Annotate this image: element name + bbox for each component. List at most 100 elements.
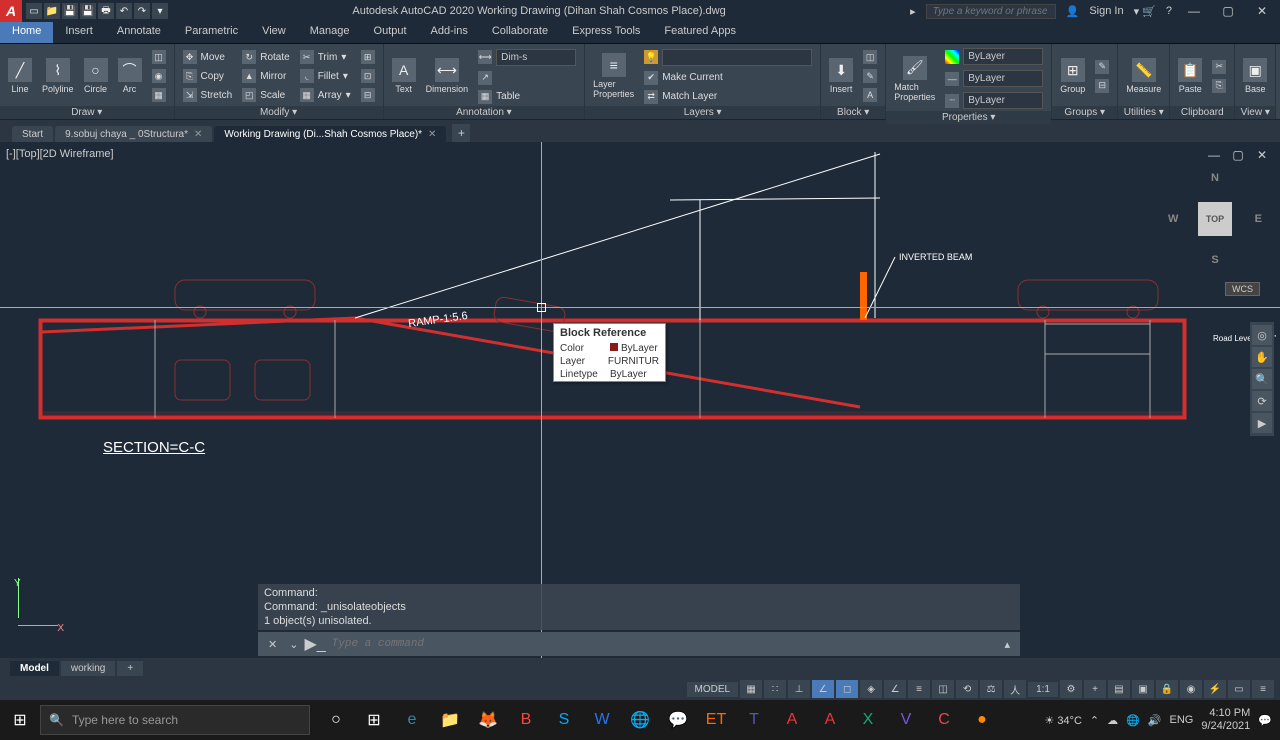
command-input[interactable] [332, 638, 999, 650]
status-annoscale-icon[interactable]: 人 [1004, 680, 1026, 698]
layer-properties-button[interactable]: ≡Layer Properties [589, 51, 638, 101]
start-button[interactable]: ⊞ [0, 700, 40, 740]
tab-collaborate[interactable]: Collaborate [480, 22, 560, 43]
cmd-options-icon[interactable]: ⌄ [289, 638, 298, 651]
status-annomonitor-icon[interactable]: + [1084, 680, 1106, 698]
qat-more-icon[interactable]: ▾ [152, 3, 168, 19]
tab-manage[interactable]: Manage [298, 22, 362, 43]
nav-zoom-icon[interactable]: 🔍 [1252, 369, 1272, 389]
status-model[interactable]: MODEL [687, 682, 739, 697]
draw-extra2[interactable]: ◉ [148, 67, 170, 85]
status-workspace-icon[interactable]: ⚙ [1060, 680, 1082, 698]
file-tab-sobuj[interactable]: 9.sobuj chaya _ 0Structura*✕ [55, 126, 212, 142]
nav-wheel-icon[interactable]: ◎ [1252, 325, 1272, 345]
qat-plot-icon[interactable]: 🖶 [98, 3, 114, 19]
draw-extra3[interactable]: ▦ [148, 86, 170, 104]
base-button[interactable]: ▣Base [1239, 56, 1271, 96]
nav-showmotion-icon[interactable]: ▶ [1252, 413, 1272, 433]
file-tab-start[interactable]: Start [12, 126, 53, 142]
tb-firefox-icon[interactable]: 🦊 [470, 700, 506, 740]
status-customize-icon[interactable]: ≡ [1252, 680, 1274, 698]
tb-viber-icon[interactable]: V [888, 700, 924, 740]
qat-saveas-icon[interactable]: 💾 [80, 3, 96, 19]
status-transparency-icon[interactable]: ◫ [932, 680, 954, 698]
wcs-badge[interactable]: WCS [1225, 282, 1260, 296]
linetype-combo[interactable]: ┈ByLayer [941, 90, 1047, 111]
app-logo[interactable]: A [0, 0, 22, 22]
tray-language-icon[interactable]: ENG [1170, 714, 1194, 726]
status-annotation-icon[interactable]: ⚖ [980, 680, 1002, 698]
file-tab-working[interactable]: Working Drawing (Di...Shah Cosmos Place)… [214, 126, 446, 142]
signin-icon[interactable]: 👤 [1066, 5, 1080, 18]
polyline-button[interactable]: ⌇Polyline [38, 56, 78, 96]
drawing-viewport[interactable]: [-][Top][2D Wireframe] — ▢ ✕ [0, 142, 1280, 658]
status-units-icon[interactable]: ▤ [1108, 680, 1130, 698]
tray-clock[interactable]: 4:10 PM 9/24/2021 [1201, 707, 1250, 733]
status-lock-icon[interactable]: 🔒 [1156, 680, 1178, 698]
status-quickprops-icon[interactable]: ▣ [1132, 680, 1154, 698]
line-button[interactable]: ╱Line [4, 56, 36, 96]
status-cleanscreen-icon[interactable]: ▭ [1228, 680, 1250, 698]
taskbar-search[interactable]: 🔍 Type here to search [40, 705, 310, 735]
help-icon[interactable]: ? [1166, 5, 1172, 17]
text-button[interactable]: AText [388, 56, 420, 96]
tb-explorer-icon[interactable]: 📁 [432, 700, 468, 740]
block-edit[interactable]: ✎ [859, 67, 881, 85]
tb-skype-icon[interactable]: S [546, 700, 582, 740]
tb-word-icon[interactable]: W [584, 700, 620, 740]
rotate-button[interactable]: ↻Rotate [238, 48, 293, 66]
tb-et-icon[interactable]: ET [698, 700, 734, 740]
dimension-button[interactable]: ⟷Dimension [422, 56, 473, 96]
status-ortho-icon[interactable]: ⊥ [788, 680, 810, 698]
mirror-button[interactable]: ▲Mirror [238, 67, 293, 85]
measure-button[interactable]: 📏Measure [1122, 56, 1165, 96]
tab-express[interactable]: Express Tools [560, 22, 652, 43]
qat-new-icon[interactable]: ▭ [26, 3, 42, 19]
insert-block-button[interactable]: ⬇Insert [825, 56, 857, 96]
qat-undo-icon[interactable]: ↶ [116, 3, 132, 19]
close-icon[interactable]: ✕ [194, 129, 202, 140]
status-scale[interactable]: 1:1 [1028, 682, 1058, 697]
match-properties-button[interactable]: 🖌Match Properties [890, 54, 939, 104]
fillet-button[interactable]: ◟Fillet ▾ [296, 67, 355, 85]
tray-onedrive-icon[interactable]: ☁ [1107, 714, 1118, 727]
infocenter-arrow-icon[interactable]: ▸ [910, 5, 916, 18]
tb-excel-icon[interactable]: X [850, 700, 886, 740]
make-current-button[interactable]: ✔Make Current [640, 69, 816, 87]
modify-extra3[interactable]: ⊟ [357, 86, 379, 104]
tb-whatsapp-icon[interactable]: 💬 [660, 700, 696, 740]
stretch-button[interactable]: ⇲Stretch [179, 86, 237, 104]
layout-tab-working[interactable]: working [61, 661, 115, 676]
lineweight-combo[interactable]: —ByLayer [941, 68, 1047, 89]
tab-addins[interactable]: Add-ins [419, 22, 480, 43]
search-input[interactable] [926, 4, 1056, 19]
command-line[interactable]: ✕ ⌄ ▶_ ▴ [258, 632, 1020, 656]
tb-autocad-icon[interactable]: A [812, 700, 848, 740]
tb-bijoy-icon[interactable]: B [508, 700, 544, 740]
tab-view[interactable]: View [250, 22, 298, 43]
tb-app1-icon[interactable]: C [926, 700, 962, 740]
cmd-dropdown-icon[interactable]: ▴ [1004, 638, 1010, 651]
status-snap-icon[interactable]: ∷ [764, 680, 786, 698]
nav-orbit-icon[interactable]: ⟳ [1252, 391, 1272, 411]
leader-button[interactable]: ↗ [474, 69, 580, 87]
tray-notifications-icon[interactable]: 💬 [1258, 714, 1272, 727]
status-hardware-icon[interactable]: ⚡ [1204, 680, 1226, 698]
block-attr[interactable]: A [859, 86, 881, 104]
viewcube-face[interactable]: TOP [1198, 202, 1232, 236]
trim-button[interactable]: ✂Trim ▾ [296, 48, 355, 66]
arc-button[interactable]: ⌒Arc [114, 56, 146, 96]
qat-redo-icon[interactable]: ↷ [134, 3, 150, 19]
maximize-button[interactable]: ▢ [1216, 2, 1240, 20]
qat-save-icon[interactable]: 💾 [62, 3, 78, 19]
tb-app2-icon[interactable]: ● [964, 700, 1000, 740]
ucs-icon[interactable]: Y X [6, 578, 66, 638]
match-layer-button[interactable]: ⇄Match Layer [640, 88, 816, 106]
cmd-close-icon[interactable]: ✕ [268, 638, 277, 651]
tb-taskview-icon[interactable]: ⊞ [356, 700, 392, 740]
tab-output[interactable]: Output [362, 22, 419, 43]
minimize-button[interactable]: — [1182, 2, 1206, 20]
close-icon[interactable]: ✕ [428, 129, 436, 140]
tab-featured[interactable]: Featured Apps [652, 22, 748, 43]
status-3dosnap-icon[interactable]: ◈ [860, 680, 882, 698]
